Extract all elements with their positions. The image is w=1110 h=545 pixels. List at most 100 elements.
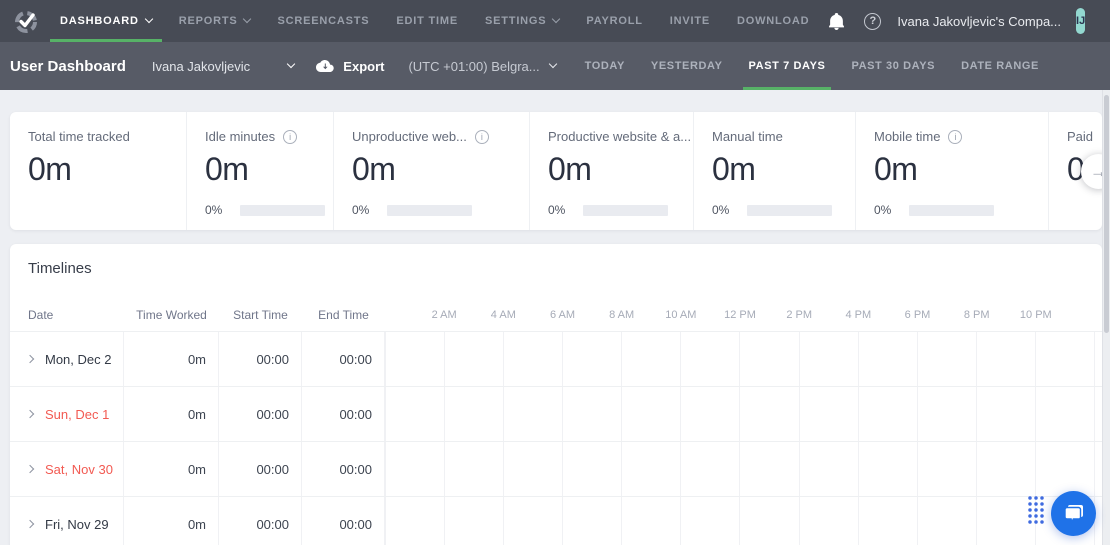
table-row[interactable]: Sun, Dec 1 0m 00:00 00:00: [10, 386, 1102, 441]
table-row[interactable]: Fri, Nov 29 0m 00:00 00:00: [10, 496, 1102, 545]
row-start-time: 00:00: [219, 442, 302, 496]
stat-percent: 0%: [205, 203, 223, 217]
progress-bar: [387, 204, 473, 216]
stat-value: 0m: [874, 151, 918, 187]
timelines-header-row: Date Time Worked Start Time End Time 2 A…: [10, 298, 1102, 331]
stats-summary-card: Total time tracked 0m Idle minutes 0m 0%…: [10, 112, 1102, 230]
row-date: Sat, Nov 30: [45, 461, 113, 477]
nav-dashboard[interactable]: DASHBOARD: [50, 0, 162, 42]
user-selector-value: Ivana Jakovljevic: [151, 58, 251, 74]
stat-value: 0m: [205, 151, 249, 187]
info-icon[interactable]: [948, 129, 963, 144]
stat-percent: 0%: [874, 203, 892, 217]
nav-dashboard-label: DASHBOARD: [60, 15, 139, 27]
nav-edit-time[interactable]: EDIT TIME: [396, 0, 458, 42]
notifications-bell-icon[interactable]: [829, 12, 845, 30]
hour-tick: 4 AM: [490, 308, 516, 321]
stat-value: 0m: [352, 151, 396, 187]
range-tab-past-7-days[interactable]: PAST 7 DAYS: [736, 42, 839, 90]
nav-payroll[interactable]: PAYROLL: [586, 0, 642, 42]
range-tab-label: YESTERDAY: [650, 60, 723, 72]
row-start-time: 00:00: [219, 332, 302, 386]
row-date: Fri, Nov 29: [45, 516, 109, 532]
range-tab-label: PAST 7 DAYS: [748, 60, 826, 72]
timezone-value: (UTC +01:00) Belgra...: [408, 58, 540, 74]
drag-handle-dots[interactable]: [1027, 495, 1044, 524]
hour-tick: 8 AM: [609, 308, 635, 321]
stat-label: Productive website & a...: [548, 129, 692, 144]
nav-settings[interactable]: SETTINGS: [485, 0, 561, 42]
column-header-time-worked: Time Worked: [136, 307, 207, 322]
stat-value: 0m: [712, 151, 756, 187]
stat-total-time-tracked: Total time tracked 0m: [10, 112, 186, 230]
column-header-date: Date: [28, 307, 54, 322]
expand-row-icon[interactable]: [25, 354, 35, 364]
avatar[interactable]: IJ: [1076, 8, 1086, 34]
chevron-down-icon: [552, 14, 561, 24]
row-timeline: [385, 442, 1095, 496]
app-logo-icon[interactable]: [14, 9, 38, 33]
scrollbar-thumb[interactable]: [1104, 95, 1109, 333]
range-tab-date-range[interactable]: DATE RANGE: [948, 42, 1052, 90]
nav-download[interactable]: DOWNLOAD: [737, 0, 809, 42]
nav-invite[interactable]: INVITE: [670, 0, 710, 42]
hour-tick: 12 PM: [724, 308, 756, 321]
stat-productive-websites: Productive website & a... 0m 0%: [529, 112, 693, 230]
export-label: Export: [343, 58, 385, 74]
row-time-worked: 0m: [124, 332, 219, 386]
stat-label: Paid: [1067, 129, 1094, 144]
user-selector[interactable]: Ivana Jakovljevic: [151, 58, 296, 74]
page-scrollbar: [1102, 90, 1110, 545]
export-button[interactable]: Export: [314, 59, 384, 74]
row-time-worked: 0m: [124, 387, 219, 441]
chat-bubble-icon: [1063, 504, 1083, 525]
hour-tick: 4 PM: [845, 308, 872, 321]
hour-tick: 2 PM: [786, 308, 812, 321]
progress-bar: [240, 204, 325, 216]
stat-mobile-time: Mobile time 0m 0%: [855, 112, 1048, 230]
range-tab-label: DATE RANGE: [961, 60, 1039, 72]
row-end-time: 00:00: [302, 332, 385, 386]
nav-reports[interactable]: REPORTS: [178, 0, 252, 42]
nav-download-label: DOWNLOAD: [737, 15, 810, 27]
column-header-end-time: End Time: [318, 307, 369, 322]
stat-label: Mobile time: [874, 129, 941, 144]
progress-bar: [583, 204, 669, 216]
info-icon[interactable]: [474, 129, 489, 144]
nav-screencasts[interactable]: SCREENCASTS: [277, 0, 369, 42]
help-icon[interactable]: ?: [864, 12, 882, 30]
table-row[interactable]: Sat, Nov 30 0m 00:00 00:00: [10, 441, 1102, 496]
row-end-time: 00:00: [302, 387, 385, 441]
top-navigation-bar: DASHBOARD REPORTS SCREENCASTS EDIT TIME …: [0, 0, 1110, 42]
nav-settings-label: SETTINGS: [485, 15, 547, 27]
timezone-selector[interactable]: (UTC +01:00) Belgra...: [408, 58, 557, 74]
range-tab-today[interactable]: TODAY: [572, 42, 638, 90]
expand-row-icon[interactable]: [25, 519, 35, 529]
stat-label: Total time tracked: [28, 129, 130, 144]
expand-row-icon[interactable]: [25, 464, 35, 474]
nav-payroll-label: PAYROLL: [586, 15, 643, 27]
range-tab-past-30-days[interactable]: PAST 30 DAYS: [838, 42, 948, 90]
stat-percent: 0%: [548, 203, 566, 217]
row-end-time: 00:00: [302, 497, 385, 545]
stat-label: Unproductive web...: [352, 129, 467, 144]
info-icon[interactable]: [283, 129, 298, 144]
row-timeline: [385, 497, 1095, 545]
stat-value: 0m: [548, 151, 592, 187]
nav-reports-label: REPORTS: [178, 15, 238, 27]
hour-tick: 10 PM: [1019, 308, 1052, 321]
column-header-start-time: Start Time: [233, 307, 288, 322]
range-tab-yesterday[interactable]: YESTERDAY: [638, 42, 736, 90]
timelines-title: Timelines: [28, 260, 92, 277]
stat-manual-time: Manual time 0m 0%: [693, 112, 855, 230]
stat-idle-minutes: Idle minutes 0m 0%: [186, 112, 333, 230]
page-subheader: User Dashboard Ivana Jakovljevic Export …: [0, 42, 1110, 90]
expand-row-icon[interactable]: [25, 409, 35, 419]
progress-bar: [909, 204, 995, 216]
table-row[interactable]: Mon, Dec 2 0m 00:00 00:00: [10, 331, 1102, 386]
chat-widget-button[interactable]: [1051, 491, 1096, 536]
row-date: Mon, Dec 2: [45, 351, 112, 367]
company-name[interactable]: Ivana Jakovljevic's Compa...: [897, 14, 1061, 29]
row-timeline: [385, 387, 1095, 441]
chevron-down-icon: [286, 59, 296, 69]
